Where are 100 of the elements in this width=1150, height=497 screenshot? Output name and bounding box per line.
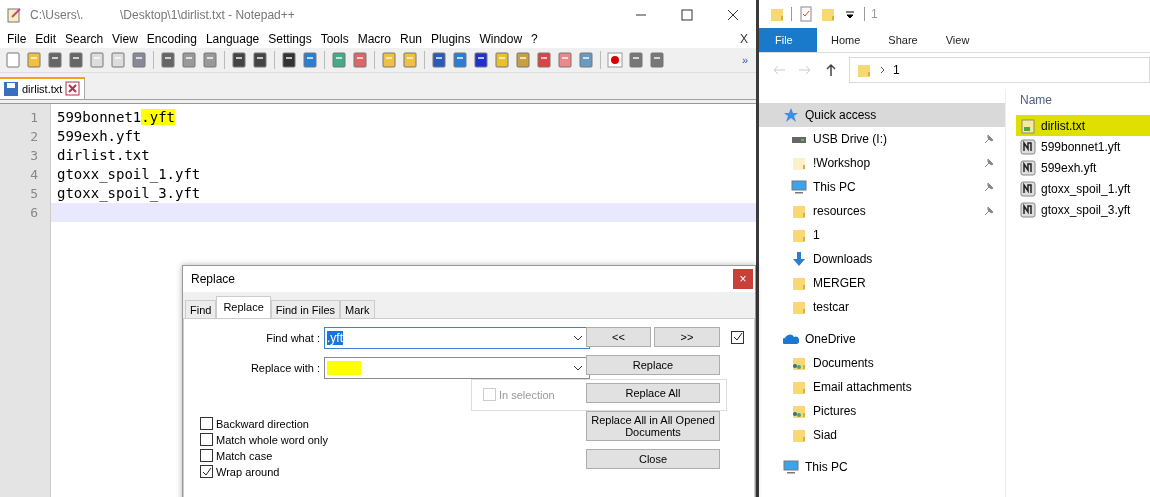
ribbon-tab[interactable]: Share	[874, 28, 932, 52]
document-tab[interactable]: dirlist.txt	[0, 77, 86, 99]
column-header[interactable]: Name	[1020, 93, 1150, 107]
notepad-icon	[1020, 117, 1036, 134]
find-field[interactable]: .yft	[324, 327, 590, 349]
replace-all-button[interactable]: Replace All	[586, 383, 720, 403]
folder-icon	[791, 227, 807, 243]
ribbon-tab[interactable]: View	[931, 28, 984, 52]
replace-button[interactable]: Replace	[586, 355, 720, 375]
file-icon	[1020, 159, 1036, 176]
folder-icon	[791, 299, 807, 315]
more-icon[interactable]: »	[741, 54, 748, 66]
toolbar-icon[interactable]	[159, 51, 177, 69]
file-icon	[1020, 180, 1036, 197]
nav-item[interactable]: !Workshop	[759, 151, 1005, 175]
menu-item[interactable]: ?	[528, 32, 544, 46]
menu-item[interactable]: Encoding	[143, 32, 203, 46]
menu-item[interactable]: View	[109, 32, 144, 46]
file-item[interactable]: dirlist.txt	[1016, 115, 1150, 136]
nav-item[interactable]: MERGER	[759, 271, 1005, 295]
line-number: 3	[29, 147, 39, 165]
close-document-button[interactable]: X	[740, 32, 748, 46]
ribbon-tab[interactable]: File	[759, 28, 817, 52]
checkbox[interactable]	[200, 417, 213, 430]
menu-item[interactable]: Tools	[317, 32, 355, 46]
line-number: 4	[29, 166, 39, 184]
nav-item[interactable]: Documents	[759, 351, 1005, 375]
file-icon	[1020, 201, 1036, 218]
menu-item[interactable]: Language	[202, 32, 266, 46]
line-number: 2	[29, 128, 39, 146]
checkbox[interactable]	[200, 433, 213, 446]
toolbar-icon[interactable]	[251, 51, 269, 69]
close-button[interactable]: Close	[586, 449, 720, 469]
toolbar-icon[interactable]	[606, 51, 624, 69]
dialog-tab[interactable]: Find in Files	[270, 300, 341, 318]
file-item[interactable]: 599exh.yft	[1016, 157, 1150, 178]
folder-icon	[856, 62, 872, 78]
menu-item[interactable]: Window	[476, 32, 529, 46]
folder-icon	[769, 6, 785, 22]
caret-icon[interactable]	[573, 335, 583, 341]
nav-item[interactable]: Downloads	[759, 247, 1005, 271]
computer-icon	[783, 459, 799, 475]
nav-item[interactable]: 1	[759, 223, 1005, 247]
file-icon	[1020, 138, 1036, 155]
nav-item[interactable]: This PC	[759, 175, 1005, 199]
save-icon	[3, 81, 19, 97]
dialog-tab[interactable]: Find	[185, 300, 217, 318]
code-line: gtoxx_spoil_3.yft	[56, 184, 202, 203]
replace-all-opened-button[interactable]: Replace All in All Opened Documents	[586, 411, 720, 441]
menu-item[interactable]: Settings	[265, 32, 318, 46]
previous-button[interactable]: <<	[586, 327, 651, 347]
checkbox[interactable]	[200, 465, 213, 478]
address-bar[interactable]: 1	[849, 57, 1150, 83]
toolbar-icon[interactable]	[280, 51, 298, 69]
ribbon-tab[interactable]: Home	[817, 28, 875, 52]
computer-icon	[791, 179, 807, 195]
menu-item[interactable]: File	[4, 32, 33, 46]
toolbar-icon[interactable]	[472, 51, 490, 69]
address-text: 1	[893, 63, 900, 77]
menu-item[interactable]: Search	[62, 32, 110, 46]
file-item[interactable]: 599bonnet1.yft	[1016, 136, 1150, 157]
menu-item[interactable]: Run	[397, 32, 429, 46]
line-number: 5	[29, 185, 39, 203]
toolbar-icon[interactable]	[430, 51, 448, 69]
field-label: Replace with :	[250, 362, 320, 374]
shared-folder-icon	[791, 355, 807, 371]
file-item[interactable]: gtoxx_spoil_3.yft	[1016, 199, 1150, 220]
code-line: dirlist.txt	[56, 146, 151, 165]
checkbox[interactable]	[731, 330, 744, 344]
toolbar-icon[interactable]	[230, 51, 248, 69]
dialog-tab[interactable]: Replace	[216, 296, 271, 318]
nav-item[interactable]: resources	[759, 199, 1005, 223]
nav-item[interactable]: USB Drive (I:)	[759, 127, 1005, 151]
caret-icon[interactable]	[573, 365, 583, 371]
nav-item[interactable]: Email attachments	[759, 375, 1005, 399]
window-title: C:\Users\. \Desktop\1\dirlist.txt - Notepad++	[30, 8, 296, 22]
dialog-tab[interactable]: Mark	[340, 300, 375, 318]
menu-item[interactable]: Macro	[354, 32, 397, 46]
nav-item[interactable]: Quick access	[759, 103, 1005, 127]
close-icon[interactable]	[65, 81, 82, 97]
menu-item[interactable]: Edit	[32, 32, 63, 46]
toolbar-icon[interactable]	[67, 51, 85, 69]
close-button[interactable]: ×	[733, 269, 753, 289]
code-line: 599exh.yft	[56, 127, 143, 146]
checkbox[interactable]	[200, 449, 213, 462]
dialog-title: Replace	[191, 272, 237, 286]
properties-icon[interactable]	[798, 6, 814, 22]
nav-item[interactable]: Pictures	[759, 399, 1005, 423]
toolbar-icon[interactable]	[46, 51, 64, 69]
nav-item[interactable]: This PC	[759, 455, 1005, 479]
new-folder-icon[interactable]	[820, 6, 836, 22]
nav-item[interactable]: testcar	[759, 295, 1005, 319]
nav-item[interactable]: Siad	[759, 423, 1005, 447]
menu-item[interactable]: Plugins	[428, 32, 477, 46]
nav-item[interactable]: OneDrive	[759, 327, 1005, 351]
file-item[interactable]: gtoxx_spoil_1.yft	[1016, 178, 1150, 199]
line-number: 6	[29, 204, 39, 222]
line-number: 1	[29, 109, 39, 127]
replace-field[interactable]	[324, 357, 590, 379]
next-button[interactable]: >>	[654, 327, 720, 347]
